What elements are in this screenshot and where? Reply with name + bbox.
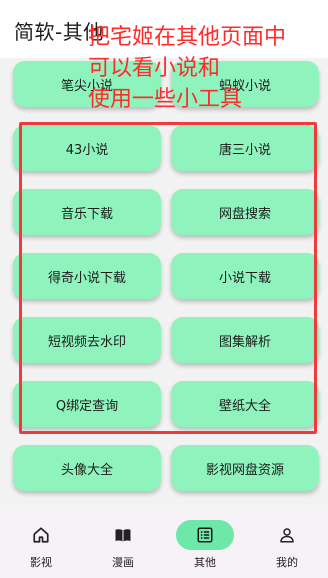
tool-button[interactable]: 影视网盘资源	[171, 445, 319, 491]
tool-button[interactable]: 得奇小说下载	[13, 253, 161, 299]
nav-label: 漫画	[112, 556, 134, 569]
annotation-line: 把宅姬在其他页面中	[88, 25, 287, 50]
nav-label: 影视	[30, 556, 52, 569]
nav-label: 我的	[276, 556, 298, 569]
tool-button[interactable]: 壁纸大全	[171, 381, 319, 427]
tool-button[interactable]: 小说下载	[171, 253, 319, 299]
bottom-nav: 影视 漫画 其他 我的	[0, 505, 328, 578]
tool-button[interactable]: 图集解析	[171, 317, 319, 363]
list-icon	[197, 527, 213, 543]
person-icon	[280, 528, 294, 543]
tool-button[interactable]: 音乐下载	[13, 189, 161, 235]
book-icon	[115, 529, 131, 542]
annotation-line: 使用一些小工具	[88, 87, 243, 112]
tool-button[interactable]: 唐三小说	[171, 125, 319, 171]
nav-item-movies[interactable]: 影视	[0, 505, 82, 578]
tool-button[interactable]: 网盘搜索	[171, 189, 319, 235]
tool-button[interactable]: 短视频去水印	[13, 317, 161, 363]
tool-button[interactable]: 头像大全	[13, 445, 161, 491]
tool-button[interactable]: Q绑定查询	[13, 381, 161, 427]
home-icon	[33, 527, 49, 543]
nav-item-mine[interactable]: 我的	[246, 505, 328, 578]
annotation-text: 把宅姬在其他页面中 可以看小说和 使用一些小工具	[88, 22, 286, 115]
nav-label: 其他	[194, 556, 216, 569]
tool-button[interactable]: 43小说	[13, 125, 161, 171]
annotation-line: 可以看小说和	[88, 56, 221, 81]
nav-item-comics[interactable]: 漫画	[82, 505, 164, 578]
nav-item-other[interactable]: 其他	[164, 505, 246, 578]
